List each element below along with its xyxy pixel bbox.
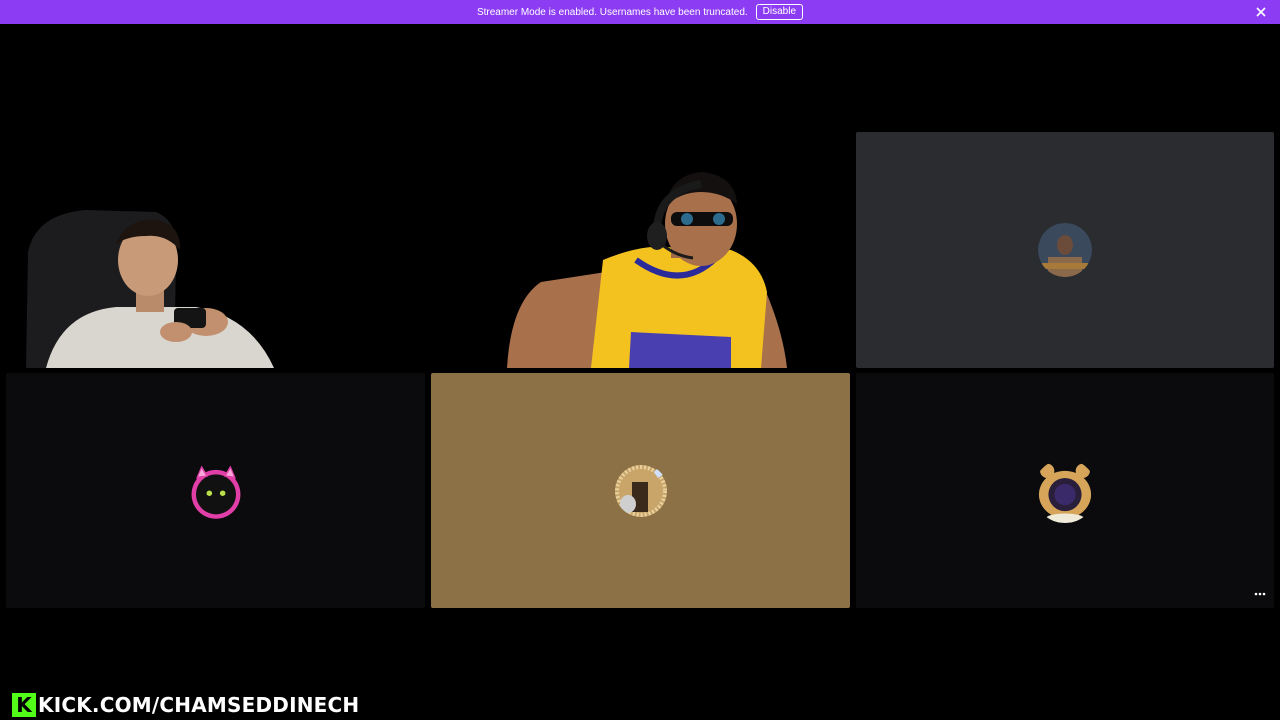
stream-brand-overlay: K KICK.COM/CHAMSEDDINECH: [12, 692, 359, 718]
more-options-icon[interactable]: [1252, 586, 1268, 602]
disable-streamer-mode-button[interactable]: Disable: [755, 4, 804, 20]
participant-avatar: [1038, 223, 1092, 277]
streamer-mode-message: Streamer Mode is enabled. Usernames have…: [476, 6, 748, 18]
participant-tile-4[interactable]: [856, 373, 1274, 608]
participant-tile-3[interactable]: [431, 373, 850, 608]
kick-logo-icon: K: [12, 693, 36, 717]
streamer-mode-banner: Streamer Mode is enabled. Usernames have…: [0, 0, 1280, 24]
participant-avatar: [614, 464, 667, 517]
video-tile-camera-1[interactable]: [6, 132, 425, 368]
participant-tile-2[interactable]: [6, 373, 425, 608]
bear-avatar-icon: [1038, 463, 1092, 523]
cat-avatar-icon: [191, 464, 240, 519]
video-feed-icon: [6, 132, 425, 368]
call-window: Streamer Mode is enabled. Usernames have…: [0, 0, 1280, 720]
video-feed-icon: [431, 132, 850, 368]
channel-url: KICK.COM/CHAMSEDDINECH: [38, 693, 360, 717]
participant-tile-1[interactable]: [856, 132, 1274, 368]
close-icon[interactable]: [1254, 5, 1268, 19]
video-tile-camera-2[interactable]: [431, 132, 850, 368]
